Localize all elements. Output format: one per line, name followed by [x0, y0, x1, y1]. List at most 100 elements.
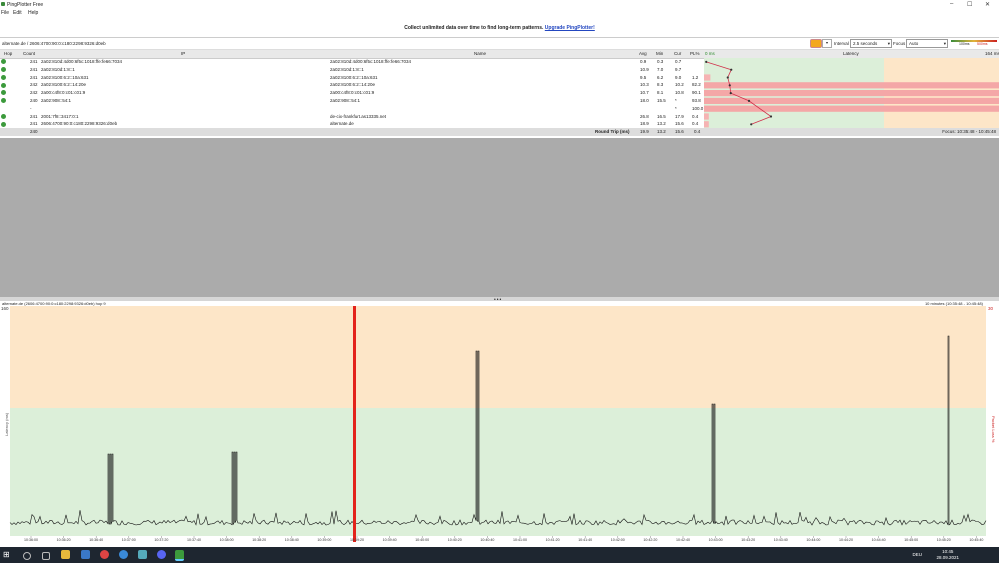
focus-label: Focus: [893, 41, 906, 46]
close-button[interactable]: ✕: [985, 1, 990, 8]
pingplotter-taskbar-icon[interactable]: [175, 550, 184, 561]
cell-ip: 2a00:c4f8:0:c01:c01:9: [41, 90, 86, 96]
task-view-icon[interactable]: [42, 552, 50, 560]
menu-file[interactable]: File: [1, 10, 9, 16]
latency-point: [747, 99, 751, 102]
hop-status-icon: [1, 82, 6, 88]
x-tick-label: 10:41:00: [513, 538, 527, 542]
col-header-ip[interactable]: IP: [181, 50, 185, 58]
browser-icon[interactable]: [100, 550, 109, 559]
cell-name: 2a02:908::54:1: [330, 98, 361, 103]
x-tick-label: 10:39:00: [317, 538, 331, 542]
latency-scale-legend: 100ms 500ms: [951, 40, 997, 46]
x-tick-label: 10:39:20: [350, 538, 364, 542]
total-pl: 0.4: [694, 129, 701, 135]
app-icon-teal[interactable]: [138, 550, 147, 559]
cell-avg: 10.3: [640, 82, 649, 88]
app-icon: [1, 2, 5, 6]
x-tick-label: 10:42:00: [611, 538, 625, 542]
cell-name: 2a02:810d:1:8::1: [330, 66, 364, 72]
cell-count: -: [30, 105, 32, 111]
col-header-name[interactable]: Name: [474, 50, 486, 58]
cell-count: 241: [30, 113, 38, 119]
latency-point: [730, 68, 733, 71]
latency-point: [769, 115, 773, 118]
cell-ip: 2606:4700:90:0:c180:2298:9326:d0eb: [41, 121, 118, 127]
windows-start-icon[interactable]: ⊞: [3, 550, 12, 559]
window-title: PingPlotter Free: [7, 2, 44, 8]
round-trip-row: 240 Round Trip (ms) 19.9 13.2 15.6 0.4 Focus: …: [0, 128, 999, 136]
app-icon-circle[interactable]: [119, 550, 128, 559]
interval-label: Interval: [834, 41, 849, 46]
taskbar-clock[interactable]: 10:45 28.09.2021: [936, 549, 959, 560]
col-header-count[interactable]: Count: [23, 50, 35, 58]
total-cur: 15.6: [675, 129, 684, 135]
x-tick-label: 10:40:40: [480, 538, 494, 542]
cell-name: 2a00:c4f8:0:c01:c01:9: [330, 90, 375, 96]
cell-pl: 100.0: [692, 105, 704, 111]
cell-ip: 2a02:908::54:1: [41, 98, 72, 103]
y-axis-right-label: 30: [988, 306, 994, 311]
packet-loss-bar: [704, 90, 999, 97]
file-explorer-icon[interactable]: [61, 550, 70, 559]
x-tick-label: 10:38:00: [220, 538, 234, 542]
timeline-graph[interactable]: 160 30 Latency (ms) Packet Loss % 10:36:00 10…: [0, 306, 999, 542]
cell-name: 2a02:8100:6:2::10a:631: [330, 74, 378, 80]
upgrade-banner: Collect unlimited data over time to find…: [0, 17, 999, 38]
total-count: 240: [30, 129, 38, 135]
packet-loss-bar: [704, 113, 709, 120]
cell-avg: 9.5: [640, 74, 647, 80]
hop-status-icon: [1, 121, 6, 127]
cell-min: 6.2: [657, 74, 664, 80]
hop-status-icon: [1, 67, 6, 73]
x-tick-label: 10:45:20: [937, 538, 951, 542]
x-tick-label: 10:41:20: [546, 538, 560, 542]
alert-status-icon[interactable]: [810, 39, 822, 48]
col-header-hop[interactable]: Hop: [4, 50, 12, 58]
cell-pl: 90.1: [692, 90, 701, 96]
x-tick-label: 10:43:40: [774, 538, 788, 542]
focus-select[interactable]: Auto ▾: [906, 39, 948, 48]
cell-avg: 18.0: [640, 98, 649, 103]
x-tick-label: 10:36:20: [57, 538, 71, 542]
title-bar: PingPlotter Free – ☐ ✕: [0, 0, 999, 9]
maximize-button[interactable]: ☐: [967, 1, 972, 8]
col-header-latency[interactable]: Latency: [843, 50, 859, 58]
language-indicator[interactable]: DEU: [912, 552, 922, 557]
col-header-cur[interactable]: Cur: [674, 50, 681, 58]
focus-range: Focus: 10:35:48 - 10:45:48: [942, 129, 996, 135]
upgrade-link[interactable]: Upgrade PingPlotter!: [545, 25, 595, 31]
x-tick-label: 10:43:00: [709, 538, 723, 542]
packet-loss-bar: [704, 74, 711, 81]
x-tick-label: 10:42:20: [643, 538, 657, 542]
packet-loss-marker: [353, 306, 356, 542]
cell-name: 2a02:8100:6:2::14:20e: [330, 82, 376, 88]
search-icon[interactable]: [23, 552, 31, 560]
chevron-down-icon[interactable]: ▾: [822, 39, 832, 48]
cell-pl: 82.2: [692, 82, 701, 88]
x-tick-label: 10:39:40: [383, 538, 397, 542]
menu-edit[interactable]: Edit: [13, 10, 22, 16]
menu-help[interactable]: Help: [28, 10, 38, 16]
cell-min: 13.2: [657, 121, 666, 127]
cell-ip: 2a02:810d:4d00:6f5c:1018:ffe:fe66:7034: [41, 59, 122, 64]
windows-taskbar: ⊞ DEU 10:45 28.09.2021: [0, 547, 999, 563]
col-header-ms[interactable]: 0 ms: [705, 50, 715, 58]
discord-icon[interactable]: [157, 550, 166, 559]
x-tick-label: 10:37:00: [122, 538, 136, 542]
cell-min: 0.3: [657, 59, 664, 64]
col-header-min[interactable]: Min: [656, 50, 663, 58]
latency-point: [726, 76, 729, 79]
col-header-ms_right[interactable]: 164 ms: [985, 50, 999, 58]
cell-cur: 10.2: [675, 82, 684, 88]
warn-band: [10, 306, 986, 408]
cell-avg: 0.9: [640, 59, 647, 64]
minimize-button[interactable]: –: [950, 1, 953, 7]
col-header-avg[interactable]: Avg: [639, 50, 647, 58]
col-header-pl[interactable]: PL%: [690, 50, 700, 58]
hop-status-icon: [1, 98, 6, 104]
interval-select[interactable]: 2.5 seconds ▾: [850, 39, 892, 48]
x-tick-label: 10:37:40: [187, 538, 201, 542]
x-tick-label: 10:36:40: [89, 538, 103, 542]
app-icon-blue[interactable]: [81, 550, 90, 559]
